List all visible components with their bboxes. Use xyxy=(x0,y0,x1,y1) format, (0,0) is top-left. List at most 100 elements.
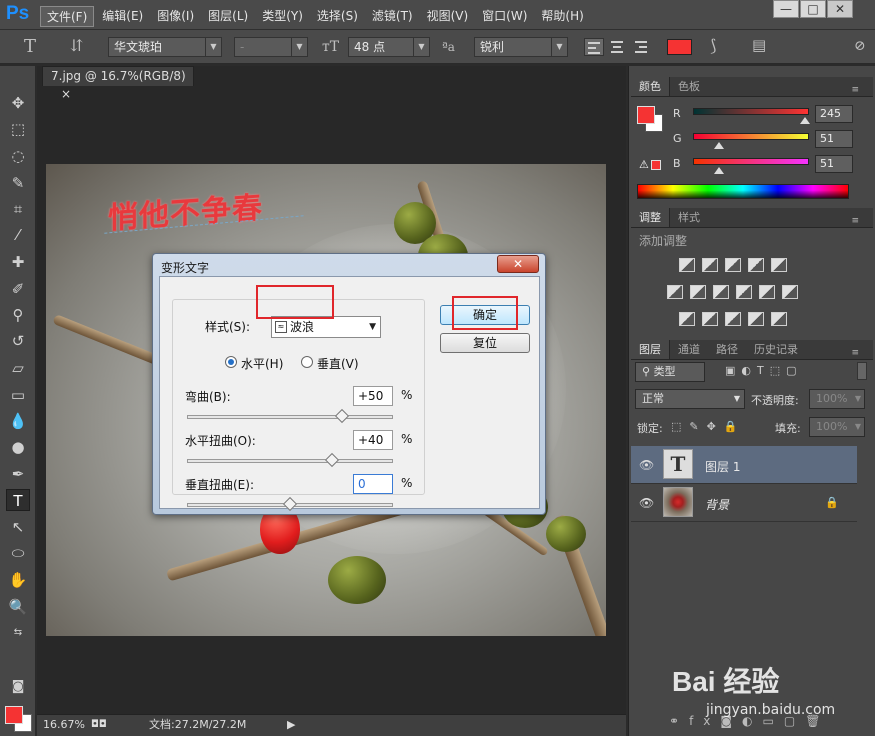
curves-icon[interactable] xyxy=(725,258,741,272)
character-panel-icon[interactable]: ▤ xyxy=(752,36,766,54)
horizontal-distortion-slider[interactable] xyxy=(187,459,393,463)
dodge-tool-icon[interactable]: ● xyxy=(6,436,30,458)
horizontal-distortion-input[interactable]: +40 xyxy=(353,430,393,450)
menu-file[interactable]: 文件(F) xyxy=(40,6,95,27)
posterize-icon[interactable] xyxy=(702,312,718,326)
cancel-icon[interactable]: ⊘ xyxy=(854,38,866,54)
close-tab-icon[interactable]: × xyxy=(61,87,71,101)
menu-help[interactable]: 帮助(H) xyxy=(535,6,589,27)
threshold-icon[interactable] xyxy=(725,312,741,326)
hue-saturation-icon[interactable] xyxy=(667,285,683,299)
tab-swatches[interactable]: 色板 xyxy=(670,77,708,96)
menu-window[interactable]: 窗口(W) xyxy=(476,6,533,27)
green-slider[interactable]: G 51 xyxy=(637,130,867,152)
vertical-radio[interactable] xyxy=(301,356,313,368)
visibility-eye-icon[interactable]: 👁 xyxy=(639,496,654,510)
tab-paths[interactable]: 路径 xyxy=(708,340,746,359)
panel-menu-icon[interactable]: ≡ xyxy=(843,211,867,231)
menu-view[interactable]: 视图(V) xyxy=(421,6,475,27)
marquee-tool-icon[interactable]: ⬚ xyxy=(6,118,30,140)
blue-slider[interactable]: B 51 xyxy=(637,155,867,177)
layer-row[interactable]: 👁 T 图层 1 xyxy=(631,446,857,484)
style-select[interactable]: ≈ 波浪 ▼ xyxy=(271,316,381,338)
tab-color[interactable]: 颜色 xyxy=(631,77,670,96)
path-select-tool-icon[interactable]: ↖ xyxy=(6,516,30,538)
default-colors-icon[interactable]: ⇆ xyxy=(6,622,30,644)
status-menu-arrow-icon[interactable]: ▶ xyxy=(287,715,295,735)
hand-tool-icon[interactable]: ✋ xyxy=(6,569,30,591)
type-tool-icon[interactable]: T xyxy=(24,36,36,57)
lasso-tool-icon[interactable]: ◌ xyxy=(6,145,30,167)
brush-tool-icon[interactable]: ✐ xyxy=(6,278,30,300)
quick-mask-icon[interactable]: ◙ xyxy=(6,676,30,698)
menu-layer[interactable]: 图层(L) xyxy=(202,6,254,27)
move-tool-icon[interactable]: ✥ xyxy=(6,92,30,114)
restore-button[interactable]: □ xyxy=(800,0,826,18)
align-center-icon[interactable] xyxy=(608,38,628,56)
quick-select-tool-icon[interactable]: ✎ xyxy=(6,172,30,194)
font-size-select[interactable]: 48 点 ▼ xyxy=(348,37,430,57)
tab-adjustments[interactable]: 调整 xyxy=(631,208,670,227)
selective-color-icon[interactable] xyxy=(748,312,764,326)
align-right-icon[interactable] xyxy=(632,38,652,56)
tab-layers[interactable]: 图层 xyxy=(631,340,670,359)
red-value-input[interactable]: 245 xyxy=(815,105,853,123)
document-tab[interactable]: 7.jpg @ 16.7%(RGB/8) × xyxy=(42,66,194,101)
bend-slider-thumb[interactable] xyxy=(334,408,350,424)
bend-slider[interactable] xyxy=(187,415,393,419)
color-panel-fg-swatch[interactable] xyxy=(637,106,655,124)
crop-tool-icon[interactable]: ⌗ xyxy=(6,198,30,220)
layer-name[interactable]: 图层 1 xyxy=(705,458,740,475)
eraser-tool-icon[interactable]: ▱ xyxy=(6,357,30,379)
stamp-tool-icon[interactable]: ⚲ xyxy=(6,304,30,326)
slider-thumb[interactable] xyxy=(714,142,724,149)
type-tool-icon[interactable]: T xyxy=(6,489,30,511)
layer-filter-icons[interactable]: ▣◐T⬚▢ xyxy=(725,364,803,377)
ellipse-tool-icon[interactable]: ⬭ xyxy=(6,542,30,564)
blur-tool-icon[interactable]: 💧 xyxy=(6,410,30,432)
menu-image[interactable]: 图像(I) xyxy=(151,6,200,27)
lock-options-icons[interactable]: ⬚✎✥🔒 xyxy=(671,420,746,433)
slider-thumb[interactable] xyxy=(800,117,810,124)
align-left-icon[interactable] xyxy=(584,38,604,56)
panel-menu-icon[interactable]: ≡ xyxy=(843,343,867,363)
font-family-select[interactable]: 华文琥珀 ▼ xyxy=(108,37,222,57)
font-style-select[interactable]: - ▼ xyxy=(234,37,308,57)
tab-channels[interactable]: 通道 xyxy=(670,340,708,359)
blend-mode-select[interactable]: 正常 ▼ xyxy=(635,389,745,409)
layer-row[interactable]: 👁 背景 🔒 xyxy=(631,484,857,522)
blue-value-input[interactable]: 51 xyxy=(815,155,853,173)
color-balance-icon[interactable] xyxy=(690,285,706,299)
vertical-distortion-input[interactable]: 0 xyxy=(353,474,393,494)
filter-toggle[interactable] xyxy=(857,362,867,380)
color-spectrum-ramp[interactable] xyxy=(637,184,849,199)
visibility-eye-icon[interactable]: 👁 xyxy=(639,458,654,472)
history-brush-tool-icon[interactable]: ↺ xyxy=(6,330,30,352)
healing-brush-tool-icon[interactable]: ✚ xyxy=(6,251,30,273)
red-slider[interactable]: R 245 xyxy=(637,105,867,127)
color-lookup-icon[interactable] xyxy=(782,285,798,299)
levels-icon[interactable] xyxy=(702,258,718,272)
tab-history[interactable]: 历史记录 xyxy=(746,340,806,359)
menu-type[interactable]: 类型(Y) xyxy=(256,6,309,27)
zoom-level[interactable]: 16.67% xyxy=(43,715,85,735)
menu-select[interactable]: 选择(S) xyxy=(311,6,364,27)
exposure-icon[interactable] xyxy=(748,258,764,272)
photo-filter-icon[interactable] xyxy=(736,285,752,299)
green-value-input[interactable]: 51 xyxy=(815,130,853,148)
text-color-swatch[interactable] xyxy=(667,39,692,55)
dialog-close-button[interactable]: ✕ xyxy=(497,255,539,273)
antialias-select[interactable]: 锐利 ▼ xyxy=(474,37,568,57)
bend-input[interactable]: +50 xyxy=(353,386,393,406)
slider-thumb[interactable] xyxy=(714,167,724,174)
horizontal-distortion-thumb[interactable] xyxy=(324,452,340,468)
fill-input[interactable]: 100% ▼ xyxy=(809,417,865,437)
layer-filter-select[interactable]: ⚲ 类型 xyxy=(635,362,705,382)
opacity-input[interactable]: 100% ▼ xyxy=(809,389,865,409)
gradient-tool-icon[interactable]: ▭ xyxy=(6,384,30,406)
panel-menu-icon[interactable]: ≡ xyxy=(843,80,867,100)
invert-icon[interactable] xyxy=(679,312,695,326)
zoom-tool-icon[interactable]: 🔍 xyxy=(6,596,30,618)
pen-tool-icon[interactable]: ✒ xyxy=(6,463,30,485)
text-orientation-icon[interactable]: ⇵ xyxy=(70,36,83,55)
